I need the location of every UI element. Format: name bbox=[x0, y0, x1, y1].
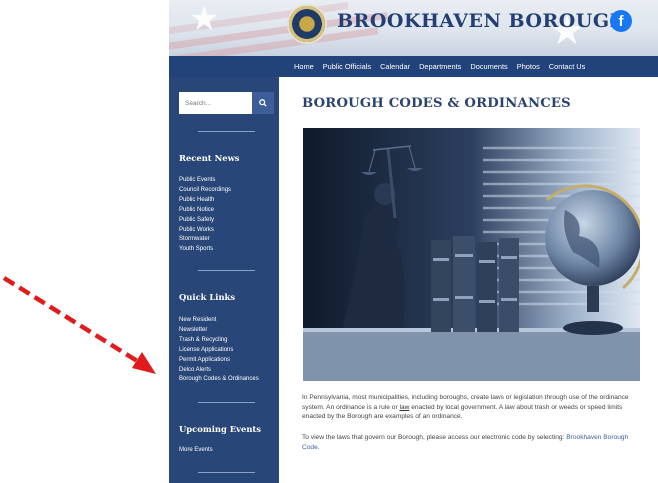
nav-item-home[interactable]: Home bbox=[294, 62, 314, 71]
site-title[interactable]: BROOKHAVEN BOROUGH bbox=[337, 10, 628, 32]
page-title: BOROUGH CODES & ORDINANCES bbox=[302, 96, 571, 111]
borough-seal-logo[interactable] bbox=[287, 4, 327, 44]
sidebar-link-stormwater[interactable]: Stormwater bbox=[179, 235, 231, 245]
nav-item-public-officials[interactable]: Public Officials bbox=[323, 62, 371, 71]
sidebar-link-permit-applications[interactable]: Permit Applications bbox=[179, 356, 259, 366]
sidebar-link-public-works[interactable]: Public Works bbox=[179, 226, 231, 236]
star-icon: ★ bbox=[189, 0, 220, 38]
facebook-icon[interactable]: f bbox=[610, 10, 632, 32]
divider bbox=[198, 131, 255, 132]
sidebar-link-public-notice[interactable]: Public Notice bbox=[179, 206, 231, 216]
recent-news-heading: Recent News bbox=[179, 153, 240, 163]
quick-links-list: New Resident Newsletter Trash & Recyclin… bbox=[179, 316, 259, 385]
sidebar-link-new-resident[interactable]: New Resident bbox=[179, 316, 259, 326]
sidebar-link-youth-sports[interactable]: Youth Sports bbox=[179, 245, 231, 255]
sidebar-link-public-health[interactable]: Public Health bbox=[179, 196, 231, 206]
website: ★ ★ BROOKHAVEN BOROUGH f Home Public Off… bbox=[169, 0, 658, 483]
nav-item-documents[interactable]: Documents bbox=[470, 62, 507, 71]
electronic-code-paragraph: To view the laws that govern our Borough… bbox=[302, 434, 629, 451]
main-nav: Home Public Officials Calendar Departmen… bbox=[169, 56, 658, 77]
nav-item-photos[interactable]: Photos bbox=[517, 62, 540, 71]
search-form bbox=[179, 92, 274, 114]
quick-links-heading: Quick Links bbox=[179, 292, 236, 302]
header-banner: ★ ★ BROOKHAVEN BOROUGH f bbox=[169, 0, 658, 56]
upcoming-events-list: More Events bbox=[179, 446, 213, 456]
upcoming-events-heading: Upcoming Events bbox=[179, 424, 261, 434]
sidebar-link-borough-codes-ordinances[interactable]: Borough Codes & Ordinances bbox=[179, 375, 259, 385]
ordinance-intro-paragraph: In Pennsylvania, most municipalities, in… bbox=[302, 394, 629, 421]
main-content: BOROUGH CODES & ORDINANCES In Pennsylvan… bbox=[279, 77, 658, 483]
sidebar-link-more-events[interactable]: More Events bbox=[179, 446, 213, 456]
sidebar-link-council-recordings[interactable]: Council Recordings bbox=[179, 186, 231, 196]
nav-item-contact-us[interactable]: Contact Us bbox=[549, 62, 586, 71]
recent-news-list: Public Events Council Recordings Public … bbox=[179, 176, 231, 255]
divider bbox=[198, 472, 255, 473]
nav-item-calendar[interactable]: Calendar bbox=[380, 62, 410, 71]
sidebar-link-public-events[interactable]: Public Events bbox=[179, 176, 231, 186]
divider bbox=[198, 270, 255, 271]
sidebar-link-trash-recycling[interactable]: Trash & Recycling bbox=[179, 336, 259, 346]
red-dashed-arrow-icon bbox=[2, 276, 156, 374]
search-button[interactable] bbox=[252, 92, 274, 114]
nav-menu: Home Public Officials Calendar Departmen… bbox=[294, 56, 585, 77]
nav-item-departments[interactable]: Departments bbox=[419, 62, 461, 71]
search-icon bbox=[259, 99, 267, 107]
sidebar: Recent News Public Events Council Record… bbox=[169, 77, 279, 483]
sidebar-link-public-safety[interactable]: Public Safety bbox=[179, 216, 231, 226]
sidebar-link-newsletter[interactable]: Newsletter bbox=[179, 326, 259, 336]
search-input[interactable] bbox=[179, 92, 252, 114]
sidebar-link-license-applications[interactable]: License Applications bbox=[179, 346, 259, 356]
justice-statue-globe-image bbox=[303, 128, 640, 381]
sidebar-link-delco-alerts[interactable]: Delco Alerts bbox=[179, 366, 259, 376]
divider bbox=[198, 402, 255, 403]
law-link[interactable]: law bbox=[400, 404, 410, 411]
